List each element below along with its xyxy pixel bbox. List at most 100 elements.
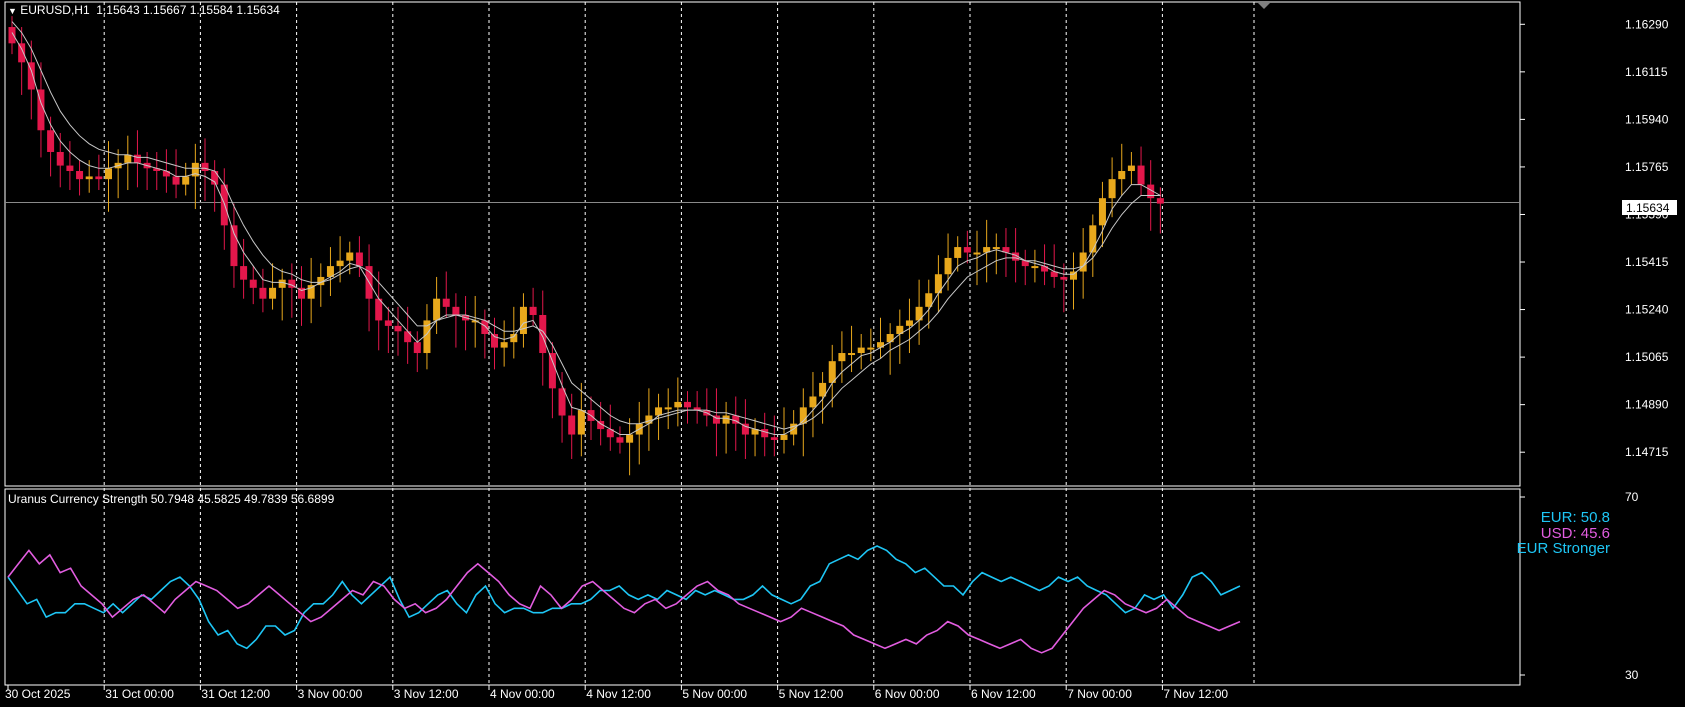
candle-body xyxy=(133,154,141,163)
candle-body xyxy=(674,401,682,408)
candle-body xyxy=(95,176,103,180)
candle-body xyxy=(8,27,16,44)
candle-body xyxy=(529,306,537,315)
candle-body xyxy=(809,396,817,408)
candle-body xyxy=(230,225,238,267)
candle-body xyxy=(722,415,730,424)
candle-body xyxy=(655,407,663,416)
candle-body xyxy=(500,342,508,348)
candle-body xyxy=(1137,165,1145,185)
moving-averages xyxy=(11,21,1161,435)
candle-body xyxy=(182,176,190,185)
time-axis: 30 Oct 2025 31 Oct 00:00 31 Oct 12:00 3 Nov… xyxy=(5,685,1228,701)
time-tick-label: 4 Nov 12:00 xyxy=(586,687,651,701)
candle-body xyxy=(1156,198,1164,204)
price-tick-label: 1.16115 xyxy=(1625,65,1668,79)
time-tick-label: 7 Nov 12:00 xyxy=(1163,687,1228,701)
price-tick-label: 1.15065 xyxy=(1625,350,1669,364)
candle-body xyxy=(172,176,180,185)
candle-body xyxy=(510,334,518,343)
candle-body xyxy=(384,320,392,326)
candle-body xyxy=(1118,171,1126,180)
candle-body xyxy=(519,306,527,335)
candle-body xyxy=(905,320,913,326)
time-tick-label: 7 Nov 00:00 xyxy=(1067,687,1132,701)
time-tick-label: 31 Oct 12:00 xyxy=(201,687,270,701)
candle-body xyxy=(848,353,856,356)
time-tick-label: 30 Oct 2025 xyxy=(5,687,71,701)
candle-body xyxy=(249,279,257,288)
time-tick-label: 6 Nov 12:00 xyxy=(971,687,1036,701)
candle-body xyxy=(838,353,846,362)
price-tick-label: 1.15765 xyxy=(1625,160,1669,174)
candle-body xyxy=(867,347,875,350)
chart-area: 1.162901.161151.159401.157651.155901.154… xyxy=(4,1,1677,701)
indicator-tick-label: 30 xyxy=(1625,668,1639,682)
price-tick-label: 1.14890 xyxy=(1625,398,1669,412)
time-tick-label: 3 Nov 00:00 xyxy=(298,687,363,701)
eur-strength-label: EUR: 50.8 xyxy=(1540,509,1610,526)
candle-body xyxy=(577,410,585,435)
candle-body xyxy=(433,298,441,321)
candle-body xyxy=(76,171,84,180)
candle-body xyxy=(336,260,344,267)
current-price-label: 1.15634 xyxy=(1626,201,1670,215)
candle-body xyxy=(992,247,1000,250)
candle-body xyxy=(259,287,267,299)
candle-body xyxy=(355,252,363,267)
candle-body xyxy=(963,247,971,253)
candle-body xyxy=(240,266,248,280)
chart-header: ▼ EURUSD,H1 1.15643 1.15667 1.15584 1.15… xyxy=(8,3,280,17)
moving-average-line xyxy=(11,32,1161,435)
candle-body xyxy=(346,252,354,261)
candle-body xyxy=(616,437,624,443)
candle-body xyxy=(47,130,55,152)
candle-body xyxy=(684,401,691,408)
candle-body xyxy=(626,434,634,443)
candle-body xyxy=(442,298,450,307)
candle-body xyxy=(886,334,894,343)
candle-body xyxy=(1108,179,1116,199)
time-tick-label: 6 Nov 00:00 xyxy=(875,687,940,701)
candle-body xyxy=(66,165,74,172)
candle-body xyxy=(1060,276,1068,280)
candle-body xyxy=(1127,165,1135,172)
candle-body xyxy=(413,342,421,354)
candle-body xyxy=(18,43,26,63)
moving-average-line xyxy=(11,21,1161,430)
ohlc-values: 1.15643 1.15667 1.15584 1.15634 xyxy=(96,3,280,17)
candle-body xyxy=(56,151,64,166)
candle-body xyxy=(269,287,277,299)
candle-body xyxy=(105,168,112,180)
time-tick-label: 31 Oct 00:00 xyxy=(105,687,174,701)
candle-body xyxy=(124,154,132,163)
candle-body xyxy=(278,279,286,288)
candle-body xyxy=(1041,266,1049,272)
time-tick-label: 4 Nov 00:00 xyxy=(490,687,555,701)
price-tick-label: 1.15415 xyxy=(1625,255,1669,269)
shift-marker-icon[interactable] xyxy=(1258,3,1270,9)
candle-body xyxy=(452,306,460,315)
candle-body xyxy=(568,415,576,435)
price-tick-label: 1.14715 xyxy=(1625,445,1669,459)
price-tick-label: 1.16290 xyxy=(1625,17,1669,31)
candle-body xyxy=(1089,225,1097,253)
candle-body xyxy=(1031,266,1039,269)
time-gridlines xyxy=(103,2,1255,685)
candle-body xyxy=(944,257,952,275)
candle-body xyxy=(481,320,489,335)
usd-strength-line xyxy=(7,549,1241,654)
candle-body xyxy=(27,62,35,90)
candle-body xyxy=(85,176,93,180)
candle-body xyxy=(307,285,315,299)
candle-body xyxy=(954,247,962,258)
candle-body xyxy=(761,429,769,438)
dropdown-triangle-icon[interactable]: ▼ xyxy=(8,6,17,16)
candle-body xyxy=(548,353,556,389)
candle-body xyxy=(857,347,865,354)
indicator-tick-label: 70 xyxy=(1625,490,1639,504)
candle-body xyxy=(664,407,672,410)
symbol-label: EURUSD,H1 xyxy=(20,3,90,17)
time-tick-label: 5 Nov 00:00 xyxy=(682,687,747,701)
candle-body xyxy=(1098,198,1106,226)
